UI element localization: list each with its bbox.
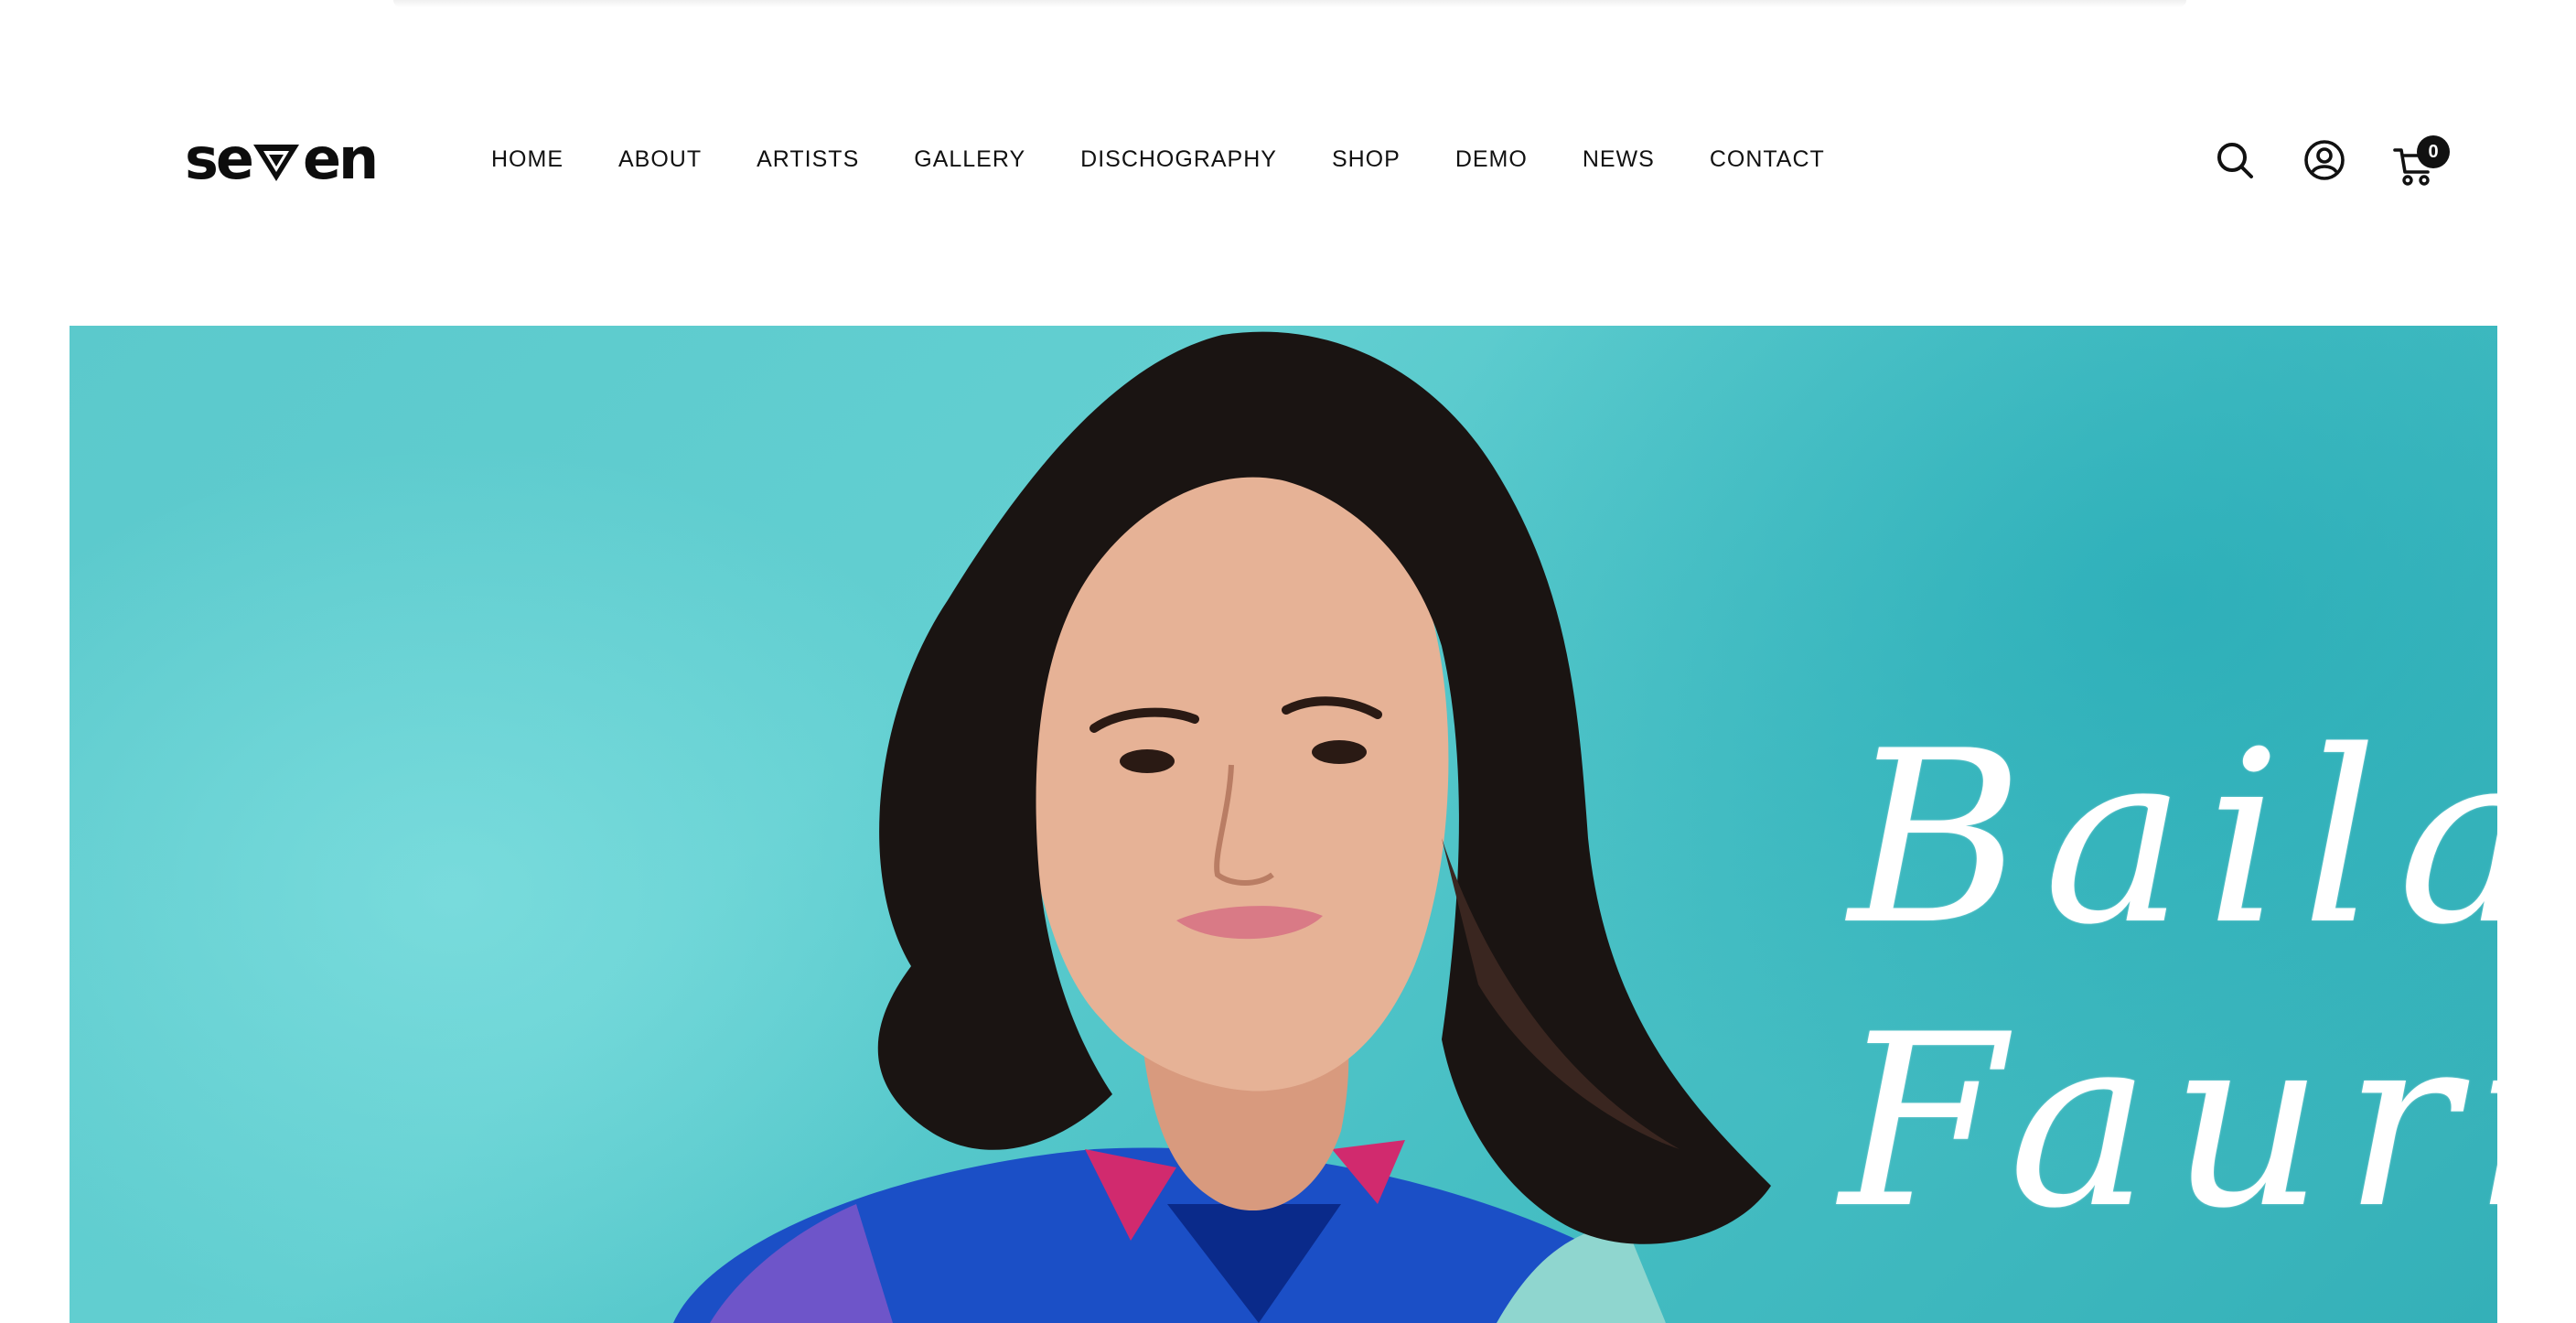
search-button[interactable] [2210,135,2259,185]
account-button[interactable] [2300,135,2349,185]
nav-item-gallery[interactable]: GALLERY [914,146,1025,173]
logo-v-mark-icon [252,145,299,181]
nav-item-discography[interactable]: DISCHOGRAPHY [1080,146,1277,173]
hero-script-line-1: Baila [1849,701,2497,977]
hero-banner: Baila Fauri [70,326,2497,1323]
nav-item-home[interactable]: HOME [491,146,564,173]
logo-text-left: se [185,125,254,192]
nav-item-shop[interactable]: SHOP [1332,146,1401,173]
nav-item-artists[interactable]: ARTISTS [757,146,859,173]
nav-item-about[interactable]: ABOUT [618,146,702,173]
nav-item-news[interactable]: NEWS [1583,146,1655,173]
search-icon [2217,143,2253,178]
cart-count-badge: 0 [2417,135,2450,168]
nav-item-contact[interactable]: CONTACT [1710,146,1825,173]
user-circle-icon [2304,140,2345,180]
site-header: se en HOME ABOUT ARTISTS GALLERY DISCHOG… [0,0,2576,326]
nav-item-demo[interactable]: DEMO [1455,146,1528,173]
page: se en HOME ABOUT ARTISTS GALLERY DISCHOG… [0,0,2576,1323]
site-logo[interactable]: se en [185,125,379,192]
hero-script-line-2: Fauri [1840,984,2497,1261]
main-nav: HOME ABOUT ARTISTS GALLERY DISCHOGRAPHY … [491,143,1825,176]
logo-text-right: en [302,125,379,192]
